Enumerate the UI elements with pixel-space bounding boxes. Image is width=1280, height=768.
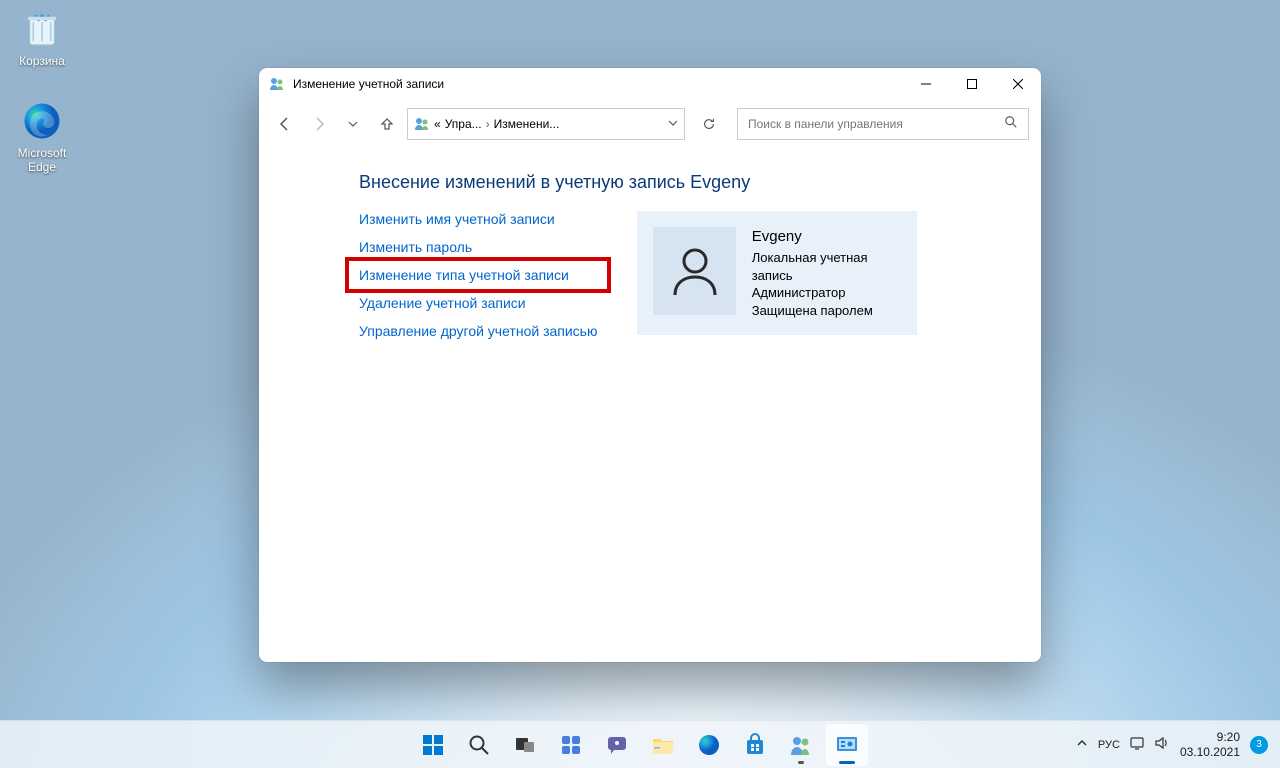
account-role: Администратор <box>752 284 902 302</box>
link-manage-other[interactable]: Управление другой учетной записью <box>359 323 597 339</box>
taskbar-search[interactable] <box>458 724 500 766</box>
language-indicator[interactable]: РУС <box>1098 739 1120 751</box>
link-delete-account[interactable]: Удаление учетной записи <box>359 295 597 311</box>
widgets-icon <box>559 733 583 757</box>
network-icon <box>1130 736 1146 753</box>
taskbar-taskview[interactable] <box>504 724 546 766</box>
recycle-bin-icon <box>21 8 63 50</box>
address-bar[interactable]: « Упра... › Изменени... <box>407 108 685 140</box>
edge-icon <box>697 733 721 757</box>
account-protection: Защищена паролем <box>752 302 902 320</box>
folder-icon <box>651 733 675 757</box>
desktop-icon-recycle-bin[interactable]: Корзина <box>4 8 80 68</box>
desktop-icon-label: Edge <box>28 160 56 174</box>
tray-overflow-button[interactable] <box>1076 737 1088 752</box>
action-links: Изменить имя учетной записи Изменить пар… <box>359 211 597 339</box>
user-accounts-icon <box>789 733 813 757</box>
link-change-name[interactable]: Изменить имя учетной записи <box>359 211 597 227</box>
page-heading: Внесение изменений в учетную запись Evge… <box>359 172 1001 193</box>
desktop-icon-edge[interactable]: Microsoft Edge <box>4 100 80 174</box>
taskbar-app-users[interactable] <box>780 724 822 766</box>
taskbar-widgets[interactable] <box>550 724 592 766</box>
nav-back-button[interactable] <box>271 110 299 138</box>
user-accounts-icon <box>414 116 430 132</box>
chat-icon <box>605 733 629 757</box>
desktop-icon-label: Microsoft <box>18 146 67 160</box>
taskbar-app-control-panel[interactable] <box>826 724 868 766</box>
user-accounts-icon <box>269 76 285 92</box>
account-info: Evgeny Локальная учетная запись Админист… <box>752 227 902 319</box>
link-change-password[interactable]: Изменить пароль <box>359 239 597 255</box>
minimize-button[interactable] <box>903 68 949 100</box>
start-button[interactable] <box>412 724 454 766</box>
search-icon <box>1004 115 1018 134</box>
taskbar-chat[interactable] <box>596 724 638 766</box>
nav-up-button[interactable] <box>373 110 401 138</box>
control-panel-window: Изменение учетной записи « Упра... › Изм… <box>259 68 1041 662</box>
taskbar-store[interactable] <box>734 724 776 766</box>
nav-recent-dropdown[interactable] <box>339 110 367 138</box>
taskbar: РУС 9:20 03.10.2021 3 <box>0 720 1280 768</box>
account-type: Локальная учетная запись <box>752 249 902 284</box>
control-panel-icon <box>835 733 859 757</box>
time: 9:20 <box>1180 730 1240 744</box>
titlebar[interactable]: Изменение учетной записи <box>259 68 1041 100</box>
search-input[interactable] <box>748 109 1004 139</box>
avatar <box>653 227 735 315</box>
taskbar-explorer[interactable] <box>642 724 684 766</box>
content-area: Внесение изменений в учетную запись Evge… <box>259 148 1041 363</box>
notification-badge[interactable]: 3 <box>1250 736 1268 754</box>
system-tray: РУС 9:20 03.10.2021 3 <box>1076 730 1280 759</box>
search-box[interactable] <box>737 108 1029 140</box>
breadcrumb-item[interactable]: Упра... <box>445 117 482 131</box>
taskbar-center <box>412 724 868 766</box>
chevron-right-icon: › <box>486 117 490 131</box>
window-title: Изменение учетной записи <box>293 77 903 91</box>
nav-forward-button[interactable] <box>305 110 333 138</box>
taskbar-edge[interactable] <box>688 724 730 766</box>
tray-quick-settings[interactable] <box>1130 736 1170 753</box>
desktop-icon-label: Корзина <box>19 54 65 68</box>
breadcrumb-overflow[interactable]: « <box>434 117 441 131</box>
highlight-box: Изменение типа учетной записи <box>345 257 611 293</box>
date: 03.10.2021 <box>1180 745 1240 759</box>
store-icon <box>743 733 767 757</box>
clock[interactable]: 9:20 03.10.2021 <box>1180 730 1240 759</box>
volume-icon <box>1154 736 1170 753</box>
account-card: Evgeny Локальная учетная запись Админист… <box>637 211 917 335</box>
windows-icon <box>421 733 445 757</box>
close-button[interactable] <box>995 68 1041 100</box>
breadcrumb-item[interactable]: Изменени... <box>494 117 560 131</box>
search-icon <box>467 733 491 757</box>
address-dropdown[interactable] <box>668 117 678 131</box>
refresh-button[interactable] <box>695 110 723 138</box>
link-change-account-type[interactable]: Изменение типа учетной записи <box>359 267 569 283</box>
maximize-button[interactable] <box>949 68 995 100</box>
desktop: Корзина Microsoft Edge Изменение учетной… <box>0 0 1280 768</box>
toolbar: « Упра... › Изменени... <box>259 100 1041 148</box>
taskview-icon <box>513 733 537 757</box>
account-name: Evgeny <box>752 227 902 247</box>
edge-icon <box>21 100 63 142</box>
